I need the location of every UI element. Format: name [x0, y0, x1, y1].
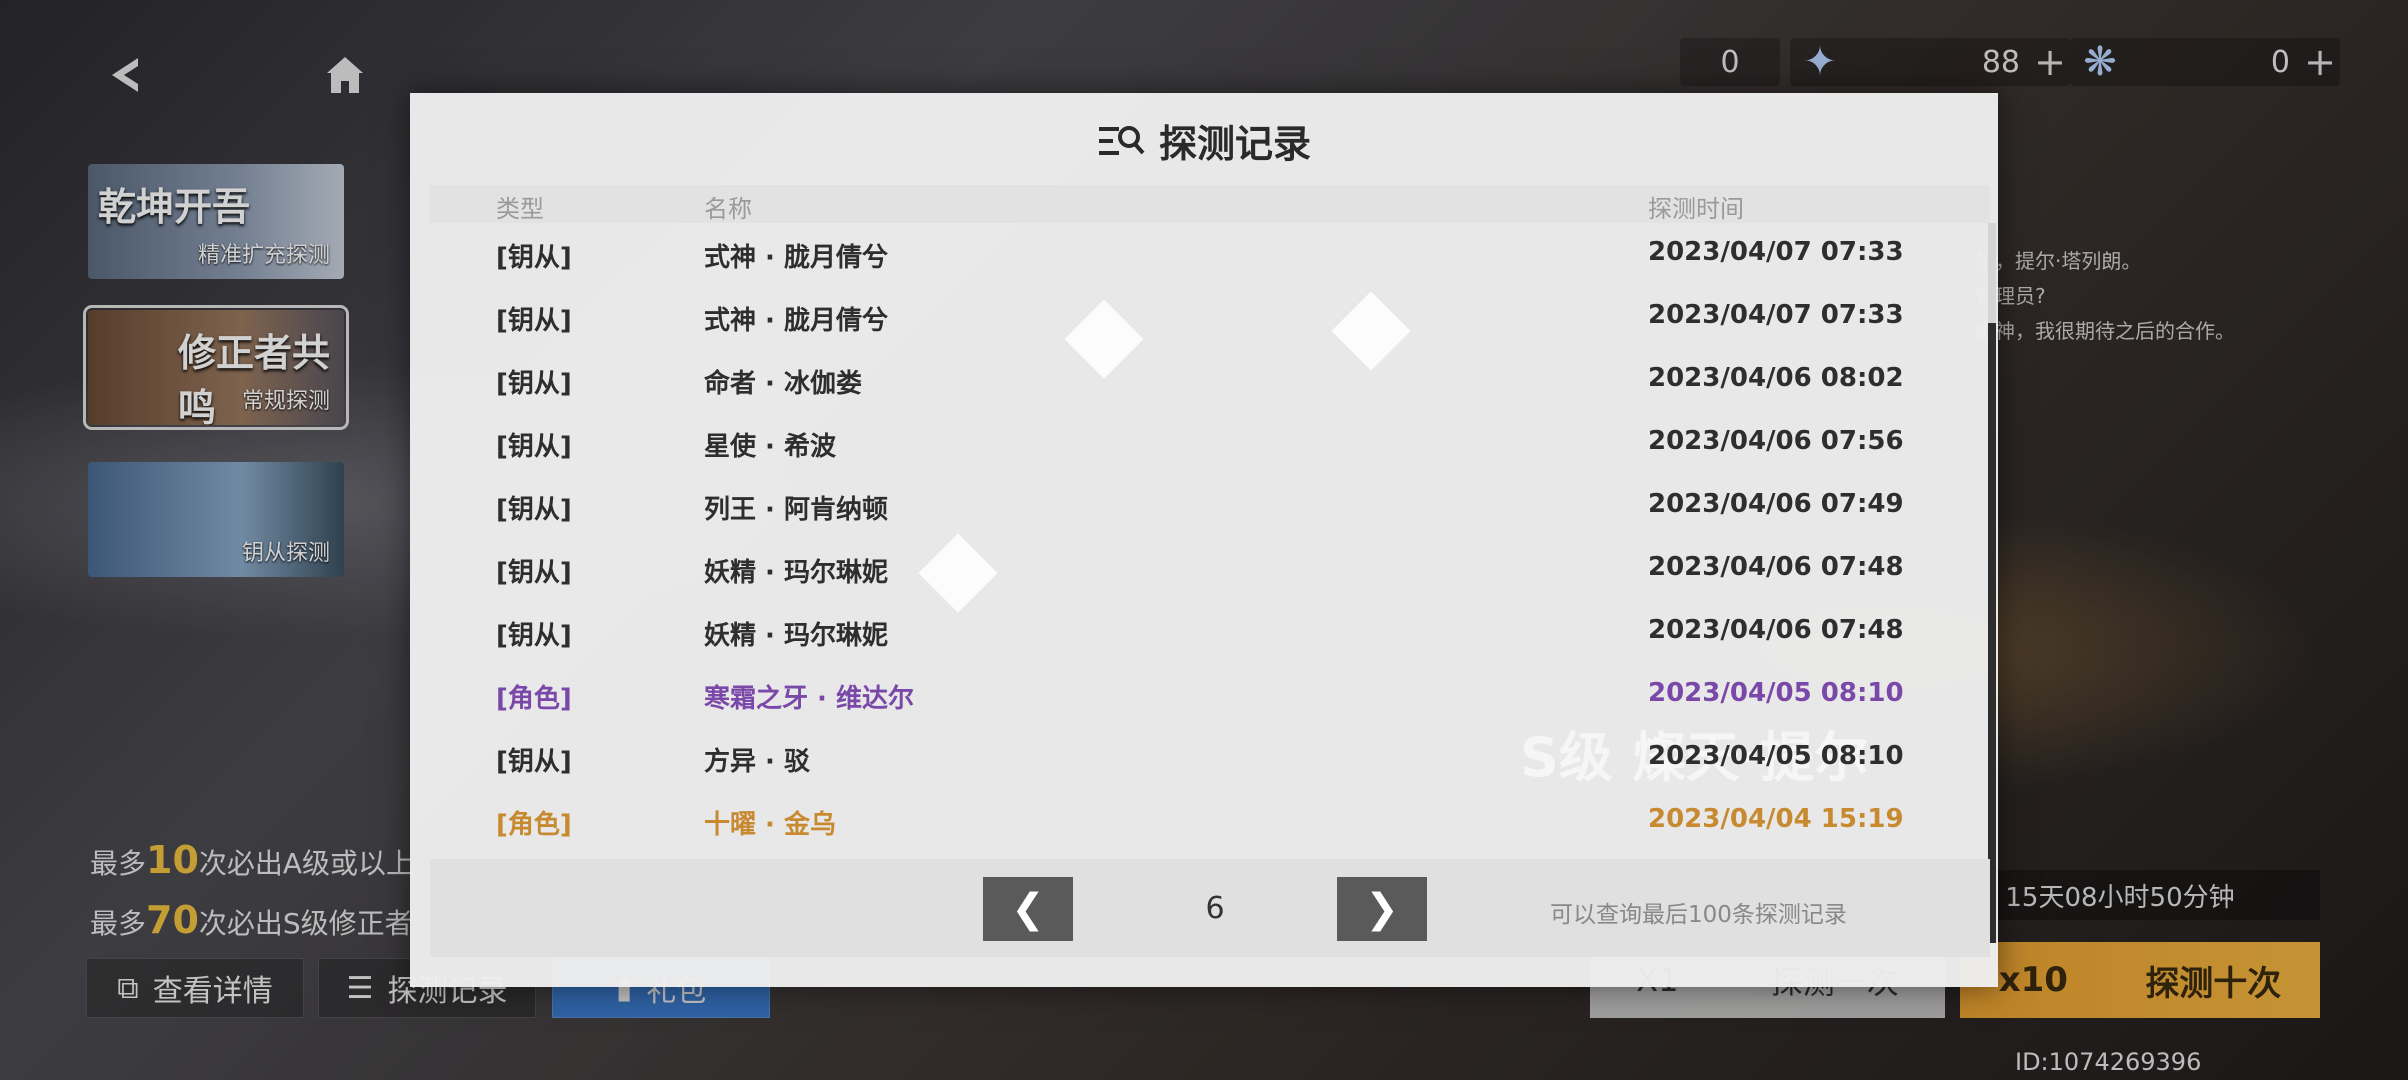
chevron-left-icon: ❮ — [1011, 886, 1045, 932]
header-type: 类型 — [496, 195, 544, 223]
row-time: 2023/04/06 07:49 — [1648, 489, 1904, 519]
table-row: [钥从] 命者 · 冰伽娄 2023/04/06 08:02 — [430, 349, 1990, 412]
row-name: 妖精 · 玛尔琳妮 — [704, 621, 888, 651]
pagination-bar: ❮ 6 ❯ 可以查询最后100条探测记录 — [430, 859, 1990, 957]
table-row: [钥从] 式神 · 胧月倩兮 2023/04/07 07:33 — [430, 286, 1990, 349]
row-time: 2023/04/06 07:56 — [1648, 426, 1904, 456]
row-time: 2023/04/05 08:10 — [1648, 678, 1904, 708]
row-type: [钥从] — [496, 621, 572, 651]
table-row: [角色] 十曜 · 金乌 2023/04/04 15:19 — [430, 790, 1990, 853]
scrollbar-thumb[interactable] — [1988, 323, 1996, 943]
row-name: 妖精 · 玛尔琳妮 — [704, 558, 888, 588]
row-type: [钥从] — [496, 369, 572, 399]
row-time: 2023/04/04 15:19 — [1648, 804, 1904, 834]
table-row: [钥从] 方异 · 驳 2023/04/05 08:10 — [430, 727, 1990, 790]
current-page: 6 — [1205, 891, 1225, 926]
row-name: 命者 · 冰伽娄 — [704, 369, 862, 399]
header-name: 名称 — [704, 195, 752, 223]
row-type: [钥从] — [496, 306, 572, 336]
table-row: [钥从] 妖精 · 玛尔琳妮 2023/04/06 07:48 — [430, 601, 1990, 664]
row-name: 列王 · 阿肯纳顿 — [704, 495, 888, 525]
row-time: 2023/04/06 08:02 — [1648, 363, 1904, 393]
chevron-right-icon: ❯ — [1365, 886, 1399, 932]
dialog-title: 探测记录 — [410, 113, 1998, 168]
records-table[interactable]: [钥从] 式神 · 胧月倩兮 2023/04/07 07:33 [钥从] 式神 · 胧… — [430, 223, 1990, 955]
header-time: 探测时间 — [1648, 195, 1744, 223]
row-name: 式神 · 胧月倩兮 — [704, 243, 888, 273]
row-time: 2023/04/05 08:10 — [1648, 741, 1904, 771]
table-row: [角色] 寒霜之牙 · 维达尔 2023/04/05 08:10 — [430, 664, 1990, 727]
prev-page-button[interactable]: ❮ — [983, 877, 1073, 941]
table-row: [钥从] 星使 · 希波 2023/04/06 07:56 — [430, 412, 1990, 475]
row-name: 式神 · 胧月倩兮 — [704, 306, 888, 336]
row-type: [钥从] — [496, 558, 572, 588]
dialog-title-text: 探测记录 — [1158, 122, 1311, 166]
row-time: 2023/04/07 07:33 — [1648, 237, 1904, 267]
table-row: [钥从] 列王 · 阿肯纳顿 2023/04/06 07:49 — [430, 475, 1990, 538]
table-row: [钥从] 式神 · 胧月倩兮 2023/04/07 07:33 — [430, 223, 1990, 286]
row-time: 2023/04/06 07:48 — [1648, 615, 1904, 645]
row-type: [钥从] — [496, 747, 572, 777]
row-type: [角色] — [496, 810, 572, 840]
row-time: 2023/04/07 07:33 — [1648, 300, 1904, 330]
row-name: 寒霜之牙 · 维达尔 — [704, 684, 914, 714]
table-row: [钥从] 妖精 · 玛尔琳妮 2023/04/06 07:48 — [430, 538, 1990, 601]
row-type: [钥从] — [496, 243, 572, 273]
row-time: 2023/04/06 07:48 — [1648, 552, 1904, 582]
row-name: 方异 · 驳 — [704, 747, 810, 777]
table-header: 类型 名称 探测时间 — [430, 185, 1990, 223]
records-limit-note: 可以查询最后100条探测记录 — [1550, 902, 1847, 928]
row-type: [钥从] — [496, 495, 572, 525]
row-name: 星使 · 希波 — [704, 432, 836, 462]
probe-records-dialog: S级 燦天·提尔 探测记录 类型 名称 探测时间 [钥从] 式神 · 胧月倩兮 20… — [410, 93, 1998, 987]
next-page-button[interactable]: ❯ — [1337, 877, 1427, 941]
search-list-icon — [1097, 121, 1147, 161]
row-type: [钥从] — [496, 432, 572, 462]
row-type: [角色] — [496, 684, 572, 714]
records-scrollbar[interactable] — [1988, 223, 1996, 943]
row-name: 十曜 · 金乌 — [704, 810, 836, 840]
